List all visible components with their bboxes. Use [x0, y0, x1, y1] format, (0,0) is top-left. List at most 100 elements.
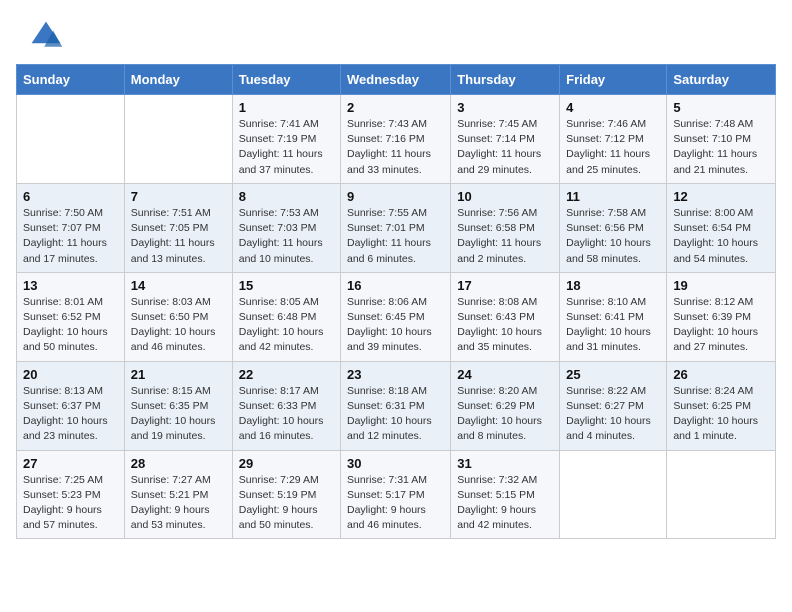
day-number: 18: [566, 278, 660, 293]
day-number: 25: [566, 367, 660, 382]
calendar-cell: 5Sunrise: 7:48 AM Sunset: 7:10 PM Daylig…: [667, 95, 776, 184]
day-detail: Sunrise: 7:48 AM Sunset: 7:10 PM Dayligh…: [673, 117, 769, 178]
day-detail: Sunrise: 8:10 AM Sunset: 6:41 PM Dayligh…: [566, 295, 660, 356]
day-number: 21: [131, 367, 226, 382]
calendar-cell: [17, 95, 125, 184]
day-number: 15: [239, 278, 334, 293]
day-number: 6: [23, 189, 118, 204]
day-number: 3: [457, 100, 553, 115]
day-number: 8: [239, 189, 334, 204]
day-number: 2: [347, 100, 444, 115]
day-number: 20: [23, 367, 118, 382]
day-header-saturday: Saturday: [667, 65, 776, 95]
day-detail: Sunrise: 7:53 AM Sunset: 7:03 PM Dayligh…: [239, 206, 334, 267]
day-detail: Sunrise: 8:05 AM Sunset: 6:48 PM Dayligh…: [239, 295, 334, 356]
page-header: [0, 0, 792, 60]
day-number: 31: [457, 456, 553, 471]
day-detail: Sunrise: 8:13 AM Sunset: 6:37 PM Dayligh…: [23, 384, 118, 445]
calendar: SundayMondayTuesdayWednesdayThursdayFrid…: [0, 60, 792, 551]
day-header-sunday: Sunday: [17, 65, 125, 95]
week-row-2: 6Sunrise: 7:50 AM Sunset: 7:07 PM Daylig…: [17, 183, 776, 272]
days-header-row: SundayMondayTuesdayWednesdayThursdayFrid…: [17, 65, 776, 95]
day-detail: Sunrise: 7:25 AM Sunset: 5:23 PM Dayligh…: [23, 473, 118, 534]
calendar-cell: 10 Sunrise: 7:56 AM Sunset: 6:58 PM Dayli…: [451, 183, 560, 272]
calendar-cell: 9 Sunrise: 7:55 AM Sunset: 7:01 PM Daylig…: [341, 183, 451, 272]
day-number: 19: [673, 278, 769, 293]
day-detail: Sunrise: 8:03 AM Sunset: 6:50 PM Dayligh…: [131, 295, 226, 356]
day-number: 4: [566, 100, 660, 115]
day-number: 28: [131, 456, 226, 471]
day-number: 9: [347, 189, 444, 204]
calendar-cell: 21Sunrise: 8:15 AM Sunset: 6:35 PM Dayli…: [124, 361, 232, 450]
calendar-cell: 19 Sunrise: 8:12 AM Sunset: 6:39 PM Dayli…: [667, 272, 776, 361]
day-detail: Sunrise: 7:51 AM Sunset: 7:05 PM Dayligh…: [131, 206, 226, 267]
day-detail: Sunrise: 7:29 AM Sunset: 5:19 PM Dayligh…: [239, 473, 334, 534]
day-header-monday: Monday: [124, 65, 232, 95]
calendar-cell: 7Sunrise: 7:51 AM Sunset: 7:05 PM Daylig…: [124, 183, 232, 272]
calendar-cell: 22 Sunrise: 8:17 AM Sunset: 6:33 PM Dayli…: [232, 361, 340, 450]
logo: [24, 18, 64, 54]
day-header-wednesday: Wednesday: [341, 65, 451, 95]
day-detail: Sunrise: 7:55 AM Sunset: 7:01 PM Dayligh…: [347, 206, 444, 267]
calendar-cell: 3 Sunrise: 7:45 AM Sunset: 7:14 PM Daylig…: [451, 95, 560, 184]
calendar-cell: 31 Sunrise: 7:32 AM Sunset: 5:15 PM Dayli…: [451, 450, 560, 539]
week-row-4: 20 Sunrise: 8:13 AM Sunset: 6:37 PM Dayli…: [17, 361, 776, 450]
day-number: 29: [239, 456, 334, 471]
day-detail: Sunrise: 8:18 AM Sunset: 6:31 PM Dayligh…: [347, 384, 444, 445]
day-detail: Sunrise: 8:20 AM Sunset: 6:29 PM Dayligh…: [457, 384, 553, 445]
calendar-table: SundayMondayTuesdayWednesdayThursdayFrid…: [16, 64, 776, 539]
week-row-5: 27 Sunrise: 7:25 AM Sunset: 5:23 PM Dayli…: [17, 450, 776, 539]
calendar-cell: 13 Sunrise: 8:01 AM Sunset: 6:52 PM Dayli…: [17, 272, 125, 361]
day-number: 27: [23, 456, 118, 471]
calendar-cell: 11 Sunrise: 7:58 AM Sunset: 6:56 PM Dayli…: [560, 183, 667, 272]
calendar-cell: 4 Sunrise: 7:46 AM Sunset: 7:12 PM Daylig…: [560, 95, 667, 184]
day-header-thursday: Thursday: [451, 65, 560, 95]
day-detail: Sunrise: 8:12 AM Sunset: 6:39 PM Dayligh…: [673, 295, 769, 356]
calendar-cell: 2Sunrise: 7:43 AM Sunset: 7:16 PM Daylig…: [341, 95, 451, 184]
day-number: 26: [673, 367, 769, 382]
day-header-tuesday: Tuesday: [232, 65, 340, 95]
day-number: 12: [673, 189, 769, 204]
calendar-cell: 12Sunrise: 8:00 AM Sunset: 6:54 PM Dayli…: [667, 183, 776, 272]
calendar-cell: [667, 450, 776, 539]
day-detail: Sunrise: 8:22 AM Sunset: 6:27 PM Dayligh…: [566, 384, 660, 445]
calendar-cell: 29 Sunrise: 7:29 AM Sunset: 5:19 PM Dayli…: [232, 450, 340, 539]
calendar-cell: 17Sunrise: 8:08 AM Sunset: 6:43 PM Dayli…: [451, 272, 560, 361]
day-number: 10: [457, 189, 553, 204]
calendar-cell: 8 Sunrise: 7:53 AM Sunset: 7:03 PM Daylig…: [232, 183, 340, 272]
calendar-cell: 27 Sunrise: 7:25 AM Sunset: 5:23 PM Dayli…: [17, 450, 125, 539]
week-row-3: 13 Sunrise: 8:01 AM Sunset: 6:52 PM Dayli…: [17, 272, 776, 361]
day-number: 16: [347, 278, 444, 293]
day-detail: Sunrise: 7:32 AM Sunset: 5:15 PM Dayligh…: [457, 473, 553, 534]
calendar-cell: 6Sunrise: 7:50 AM Sunset: 7:07 PM Daylig…: [17, 183, 125, 272]
day-number: 23: [347, 367, 444, 382]
day-detail: Sunrise: 8:06 AM Sunset: 6:45 PM Dayligh…: [347, 295, 444, 356]
day-detail: Sunrise: 8:24 AM Sunset: 6:25 PM Dayligh…: [673, 384, 769, 445]
calendar-cell: 26 Sunrise: 8:24 AM Sunset: 6:25 PM Dayli…: [667, 361, 776, 450]
day-detail: Sunrise: 7:58 AM Sunset: 6:56 PM Dayligh…: [566, 206, 660, 267]
day-detail: Sunrise: 8:01 AM Sunset: 6:52 PM Dayligh…: [23, 295, 118, 356]
week-row-1: 1 Sunrise: 7:41 AM Sunset: 7:19 PM Daylig…: [17, 95, 776, 184]
calendar-cell: 23 Sunrise: 8:18 AM Sunset: 6:31 PM Dayli…: [341, 361, 451, 450]
logo-icon: [28, 18, 64, 54]
day-number: 17: [457, 278, 553, 293]
calendar-cell: 1 Sunrise: 7:41 AM Sunset: 7:19 PM Daylig…: [232, 95, 340, 184]
day-number: 22: [239, 367, 334, 382]
day-detail: Sunrise: 8:17 AM Sunset: 6:33 PM Dayligh…: [239, 384, 334, 445]
day-number: 11: [566, 189, 660, 204]
day-number: 13: [23, 278, 118, 293]
day-number: 24: [457, 367, 553, 382]
calendar-cell: 28Sunrise: 7:27 AM Sunset: 5:21 PM Dayli…: [124, 450, 232, 539]
calendar-cell: 25 Sunrise: 8:22 AM Sunset: 6:27 PM Dayli…: [560, 361, 667, 450]
calendar-cell: 18 Sunrise: 8:10 AM Sunset: 6:41 PM Dayli…: [560, 272, 667, 361]
day-detail: Sunrise: 7:45 AM Sunset: 7:14 PM Dayligh…: [457, 117, 553, 178]
day-number: 14: [131, 278, 226, 293]
day-detail: Sunrise: 7:46 AM Sunset: 7:12 PM Dayligh…: [566, 117, 660, 178]
day-number: 1: [239, 100, 334, 115]
calendar-cell: 15 Sunrise: 8:05 AM Sunset: 6:48 PM Dayli…: [232, 272, 340, 361]
calendar-cell: 24 Sunrise: 8:20 AM Sunset: 6:29 PM Dayli…: [451, 361, 560, 450]
calendar-cell: [124, 95, 232, 184]
day-detail: Sunrise: 7:41 AM Sunset: 7:19 PM Dayligh…: [239, 117, 334, 178]
day-detail: Sunrise: 7:56 AM Sunset: 6:58 PM Dayligh…: [457, 206, 553, 267]
day-header-friday: Friday: [560, 65, 667, 95]
